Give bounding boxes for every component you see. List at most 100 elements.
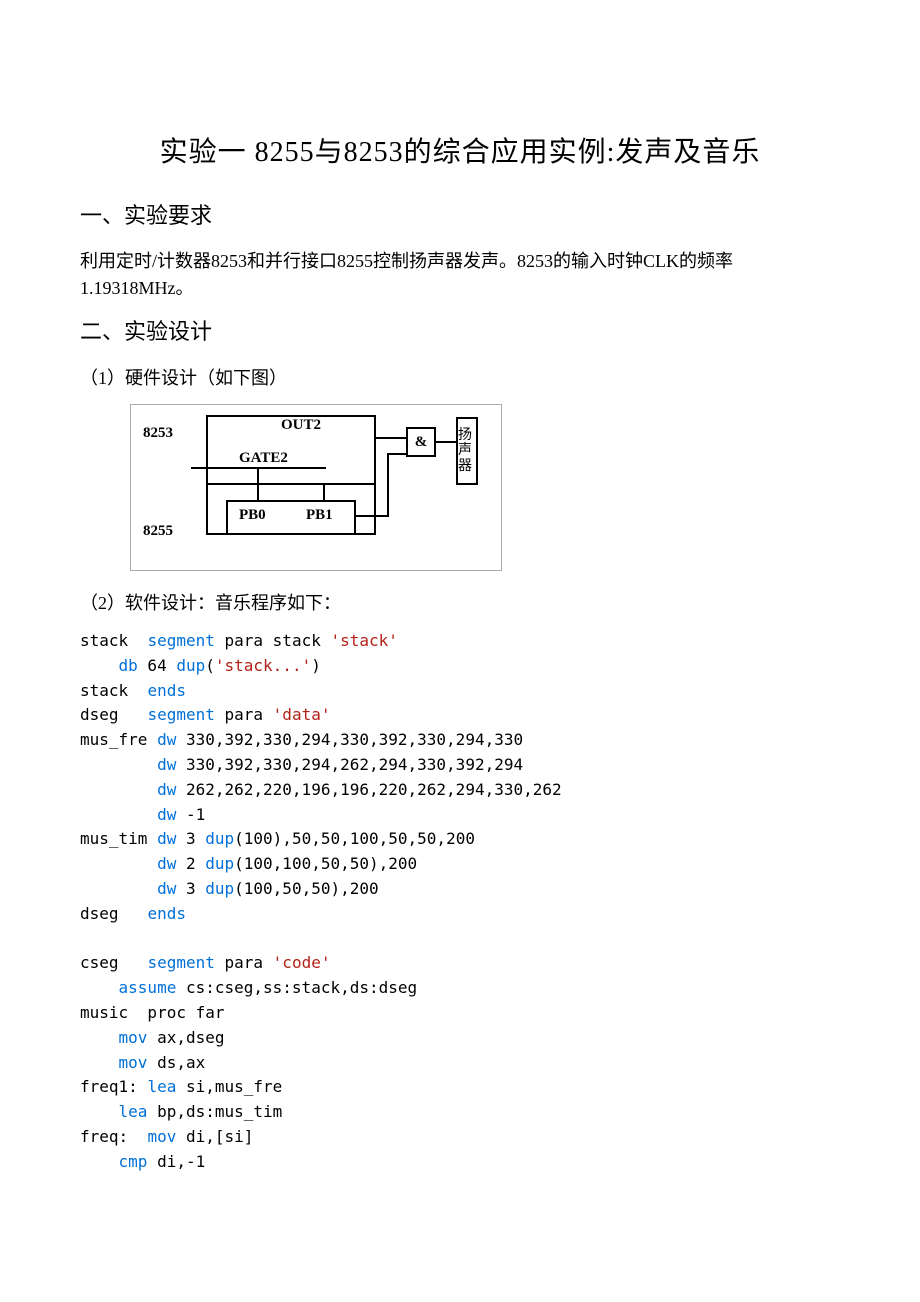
diagram-label-pb1: PB1: [306, 507, 333, 524]
code-l04b: segment: [147, 705, 214, 724]
code-l02f: 'stack...': [215, 656, 311, 675]
code-l12b: ends: [147, 904, 186, 923]
code-l02a: [80, 656, 119, 675]
code-l19b: lea: [147, 1077, 176, 1096]
code-l06b: dw: [157, 755, 176, 774]
diagram-line-pb0-up: [257, 467, 259, 500]
code-l19a: freq1:: [80, 1077, 147, 1096]
code-l02e: (: [205, 656, 215, 675]
code-l05a: mus_fre: [80, 730, 157, 749]
code-l09b: dw: [157, 829, 176, 848]
diagram-line-and-speaker: [436, 441, 456, 443]
page-container: 实验一 8255与8253的综合应用实例:发声及音乐 一、实验要求 利用定时/计…: [0, 0, 920, 1302]
code-l01a: stack: [80, 631, 147, 650]
code-l15c: cs:cseg,ss:stack,ds:dseg: [176, 978, 417, 997]
code-l04a: dseg: [80, 705, 147, 724]
diagram-label-gate2: GATE2: [239, 450, 288, 467]
code-l20c: bp,ds:mus_tim: [147, 1102, 282, 1121]
diagram-line-to-and-bottom: [387, 453, 406, 455]
diagram-line-pb1-h: [356, 515, 389, 517]
code-l03a: stack: [80, 681, 147, 700]
code-l09a: mus_tim: [80, 829, 157, 848]
code-l15b: assume: [119, 978, 177, 997]
code-l01b: segment: [147, 631, 214, 650]
code-l04d: 'data': [273, 705, 331, 724]
code-l10a: [80, 854, 157, 873]
code-l02d: dup: [176, 656, 205, 675]
hardware-diagram: 8253 8255 OUT2 GATE2 PB0 PB1: [130, 404, 502, 571]
code-l11c: 3: [176, 879, 205, 898]
software-heading: （2）软件设计：音乐程序如下：: [80, 589, 840, 615]
code-l22b: cmp: [119, 1152, 148, 1171]
diagram-speaker-box: 扬声器: [456, 417, 478, 485]
code-l22a: [80, 1152, 119, 1171]
diagram-label-pb0: PB0: [239, 507, 266, 524]
diagram-label-8255: 8255: [143, 523, 173, 540]
code-l04c: para: [215, 705, 273, 724]
code-l02g: ): [311, 656, 321, 675]
diagram-line-divider: [206, 483, 376, 485]
code-l19c: si,mus_fre: [176, 1077, 282, 1096]
hardware-diagram-wrap: 8253 8255 OUT2 GATE2 PB0 PB1: [130, 404, 840, 571]
code-l10e: (100,100,50,50),200: [234, 854, 417, 873]
code-l02c: 64: [138, 656, 177, 675]
code-l11a: [80, 879, 157, 898]
code-block: stack segment para stack 'stack' db 64 d…: [80, 629, 840, 1175]
diagram-line-pb1-right-v: [387, 453, 389, 515]
page-title: 实验一 8255与8253的综合应用实例:发声及音乐: [80, 130, 840, 170]
code-l06a: [80, 755, 157, 774]
code-l01d: 'stack': [330, 631, 397, 650]
code-l16a: music proc far: [80, 1003, 225, 1022]
code-l21a: freq:: [80, 1127, 147, 1146]
code-l09d: dup: [205, 829, 234, 848]
code-l05c: 330,392,330,294,330,392,330,294,330: [176, 730, 523, 749]
hardware-heading: （1）硬件设计（如下图）: [80, 364, 840, 390]
code-l21b: mov: [147, 1127, 176, 1146]
diagram-line-pb1-up1: [323, 483, 325, 500]
code-l07b: dw: [157, 780, 176, 799]
code-l21c: di,[si]: [176, 1127, 253, 1146]
code-l14a: cseg: [80, 953, 147, 972]
code-l15a: [80, 978, 119, 997]
code-l17a: [80, 1028, 119, 1047]
code-l17c: ax,dseg: [147, 1028, 224, 1047]
diagram-and-gate: &: [406, 427, 436, 457]
code-l07c: 262,262,220,196,196,220,262,294,330,262: [176, 780, 561, 799]
code-l09c: 3: [176, 829, 205, 848]
code-l08a: [80, 805, 157, 824]
code-l12a: dseg: [80, 904, 147, 923]
code-l11e: (100,50,50),200: [234, 879, 379, 898]
diagram-line-out2: [376, 437, 406, 439]
code-l14b: segment: [147, 953, 214, 972]
code-l11b: dw: [157, 879, 176, 898]
code-l20b: lea: [119, 1102, 148, 1121]
diagram-label-speaker: 扬声器: [458, 428, 476, 474]
code-l08c: -1: [176, 805, 205, 824]
code-l18b: mov: [119, 1053, 148, 1072]
code-l10c: 2: [176, 854, 205, 873]
section-2-heading: 二、实验设计: [80, 314, 840, 346]
code-l11d: dup: [205, 879, 234, 898]
code-l05b: dw: [157, 730, 176, 749]
diagram-and-label: &: [415, 434, 428, 450]
code-l01c: para stack: [215, 631, 331, 650]
code-l09e: (100),50,50,100,50,50,200: [234, 829, 475, 848]
code-l02b: db: [119, 656, 138, 675]
code-l03b: ends: [147, 681, 186, 700]
code-l08b: dw: [157, 805, 176, 824]
code-l18a: [80, 1053, 119, 1072]
code-l07a: [80, 780, 157, 799]
code-l22c: di,-1: [147, 1152, 205, 1171]
code-l17b: mov: [119, 1028, 148, 1047]
code-l20a: [80, 1102, 119, 1121]
code-l10b: dw: [157, 854, 176, 873]
requirement-text: 利用定时/计数器8253和并行接口8255控制扬声器发声。8253的输入时钟CL…: [80, 248, 840, 302]
code-l14c: para: [215, 953, 273, 972]
code-l14d: 'code': [273, 953, 331, 972]
code-l10d: dup: [205, 854, 234, 873]
diagram-label-out2: OUT2: [281, 417, 321, 434]
code-l06c: 330,392,330,294,262,294,330,392,294: [176, 755, 523, 774]
code-l18c: ds,ax: [147, 1053, 205, 1072]
section-1-heading: 一、实验要求: [80, 198, 840, 230]
diagram-label-8253: 8253: [143, 425, 173, 442]
